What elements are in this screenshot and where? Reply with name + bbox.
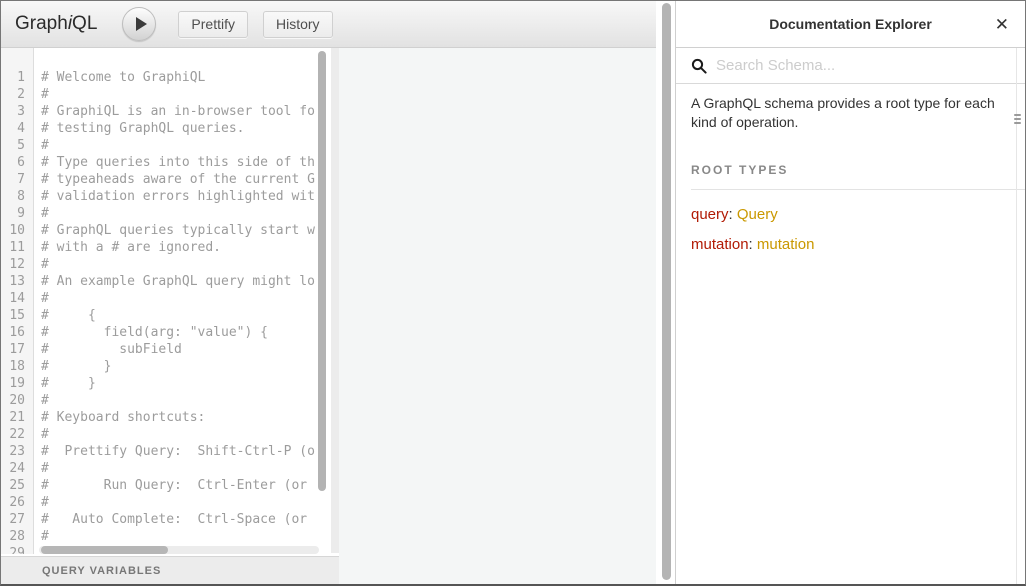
line-number: 2 xyxy=(1,86,33,103)
result-pane xyxy=(339,48,656,584)
history-button[interactable]: History xyxy=(263,11,333,38)
line-number: 5 xyxy=(1,137,33,154)
line-number: 28 xyxy=(1,528,33,545)
doc-root-type-item: query: Query xyxy=(691,206,1010,223)
line-number: 29 xyxy=(1,545,33,554)
code-line[interactable]: # validation errors highlighted wit xyxy=(41,188,320,205)
prettify-button[interactable]: Prettify xyxy=(178,11,248,38)
doc-explorer-title: Documentation Explorer xyxy=(769,16,932,32)
editor-horizontal-scrollbar[interactable] xyxy=(41,546,168,554)
code-line[interactable]: # field(arg: "value") { xyxy=(41,324,320,341)
line-number: 16 xyxy=(1,324,33,341)
editor-horizontal-scrollbar-track xyxy=(39,546,319,554)
type-link[interactable]: Query xyxy=(737,206,778,223)
query-variables-title: QUERY VARIABLES xyxy=(42,565,161,577)
search-schema-input[interactable] xyxy=(716,57,946,74)
execute-query-button[interactable] xyxy=(122,7,156,41)
code-line[interactable]: # with a # are ignored. xyxy=(41,239,320,256)
doc-search-bar xyxy=(676,48,1025,84)
code-line[interactable]: # Auto Complete: Ctrl-Space (or xyxy=(41,511,320,528)
code-line[interactable]: # xyxy=(41,205,320,222)
code-line[interactable]: # xyxy=(41,460,320,477)
line-number: 1 xyxy=(1,69,33,86)
resize-grip-icon[interactable] xyxy=(1014,114,1021,126)
doc-scrollbar-track xyxy=(1016,48,1017,584)
line-number: 22 xyxy=(1,426,33,443)
query-variables-header[interactable]: QUERY VARIABLES xyxy=(1,556,339,586)
code-line[interactable]: # xyxy=(41,494,320,511)
code-line[interactable]: # xyxy=(41,137,320,154)
code-line[interactable]: # Type queries into this side of th xyxy=(41,154,320,171)
schema-description: A GraphQL schema provides a root type fo… xyxy=(691,94,1009,132)
editor-vertical-scrollbar[interactable] xyxy=(318,51,326,491)
code-line[interactable]: # Run Query: Ctrl-Enter (or xyxy=(41,477,320,494)
line-number: 26 xyxy=(1,494,33,511)
line-number: 11 xyxy=(1,239,33,256)
line-number: 6 xyxy=(1,154,33,171)
search-icon xyxy=(691,58,707,74)
code-line[interactable]: # xyxy=(41,290,320,307)
root-types-list: query: Query mutation: mutation xyxy=(691,206,1010,253)
code-line[interactable]: # GraphiQL is an in-browser tool fo xyxy=(41,103,320,120)
line-number: 25 xyxy=(1,477,33,494)
line-number-gutter: 1234567891011121314151617181920212223242… xyxy=(1,48,34,554)
code-line[interactable]: # xyxy=(41,392,320,409)
code-line[interactable]: # Keyboard shortcuts: xyxy=(41,409,320,426)
code-line[interactable]: # An example GraphQL query might lo xyxy=(41,273,320,290)
root-types-divider xyxy=(691,189,1025,190)
doc-explorer-header: Documentation Explorer ✕ xyxy=(676,1,1025,48)
line-number: 4 xyxy=(1,120,33,137)
code-line[interactable]: # } xyxy=(41,375,320,392)
play-icon xyxy=(136,17,147,31)
line-number: 23 xyxy=(1,443,33,460)
code-line[interactable]: # Welcome to GraphiQL xyxy=(41,69,320,86)
pane-divider[interactable] xyxy=(331,48,339,553)
type-link[interactable]: mutation xyxy=(757,236,815,253)
code-line[interactable]: # xyxy=(41,528,320,545)
query-editor[interactable]: # Welcome to GraphiQL## GraphiQL is an i… xyxy=(35,48,320,554)
close-icon[interactable]: ✕ xyxy=(995,1,1009,48)
line-number: 19 xyxy=(1,375,33,392)
doc-root-type-item: mutation: mutation xyxy=(691,236,1010,253)
page-scrollbar[interactable] xyxy=(662,3,671,580)
code-line[interactable]: # xyxy=(41,426,320,443)
separator: : xyxy=(749,236,757,253)
toolbar: GraphiQL Prettify History xyxy=(1,1,656,48)
logo-text-end: QL xyxy=(72,13,97,34)
code-line[interactable]: # { xyxy=(41,307,320,324)
code-line[interactable]: # subField xyxy=(41,341,320,358)
line-number: 14 xyxy=(1,290,33,307)
doc-explorer-content: A GraphQL schema provides a root type fo… xyxy=(676,84,1025,253)
line-number: 27 xyxy=(1,511,33,528)
field-keyword: query xyxy=(691,206,729,223)
line-number: 24 xyxy=(1,460,33,477)
code-line[interactable]: # xyxy=(41,86,320,103)
line-number: 17 xyxy=(1,341,33,358)
line-number: 18 xyxy=(1,358,33,375)
line-number: 13 xyxy=(1,273,33,290)
field-keyword: mutation xyxy=(691,236,749,253)
line-number: 8 xyxy=(1,188,33,205)
code-line[interactable]: # typeaheads aware of the current G xyxy=(41,171,320,188)
logo-text: Graph xyxy=(15,13,68,34)
graphiql-app: GraphiQL Prettify History 12345678910111… xyxy=(0,0,1026,586)
line-number: 21 xyxy=(1,409,33,426)
doc-explorer: Documentation Explorer ✕ A GraphQL schem… xyxy=(675,1,1025,584)
code-line[interactable]: # xyxy=(41,256,320,273)
query-editor-pane: 1234567891011121314151617181920212223242… xyxy=(1,48,331,584)
separator: : xyxy=(729,206,737,223)
app-logo: GraphiQL xyxy=(15,13,97,35)
code-line[interactable]: # } xyxy=(41,358,320,375)
code-line[interactable]: # testing GraphQL queries. xyxy=(41,120,320,137)
line-number: 9 xyxy=(1,205,33,222)
code-line[interactable]: # Prettify Query: Shift-Ctrl-P (o xyxy=(41,443,320,460)
root-types-label: ROOT TYPES xyxy=(691,163,1010,177)
line-number: 12 xyxy=(1,256,33,273)
line-number: 7 xyxy=(1,171,33,188)
line-number: 10 xyxy=(1,222,33,239)
code-line[interactable]: # GraphQL queries typically start w xyxy=(41,222,320,239)
line-number: 15 xyxy=(1,307,33,324)
line-number: 3 xyxy=(1,103,33,120)
line-number: 20 xyxy=(1,392,33,409)
